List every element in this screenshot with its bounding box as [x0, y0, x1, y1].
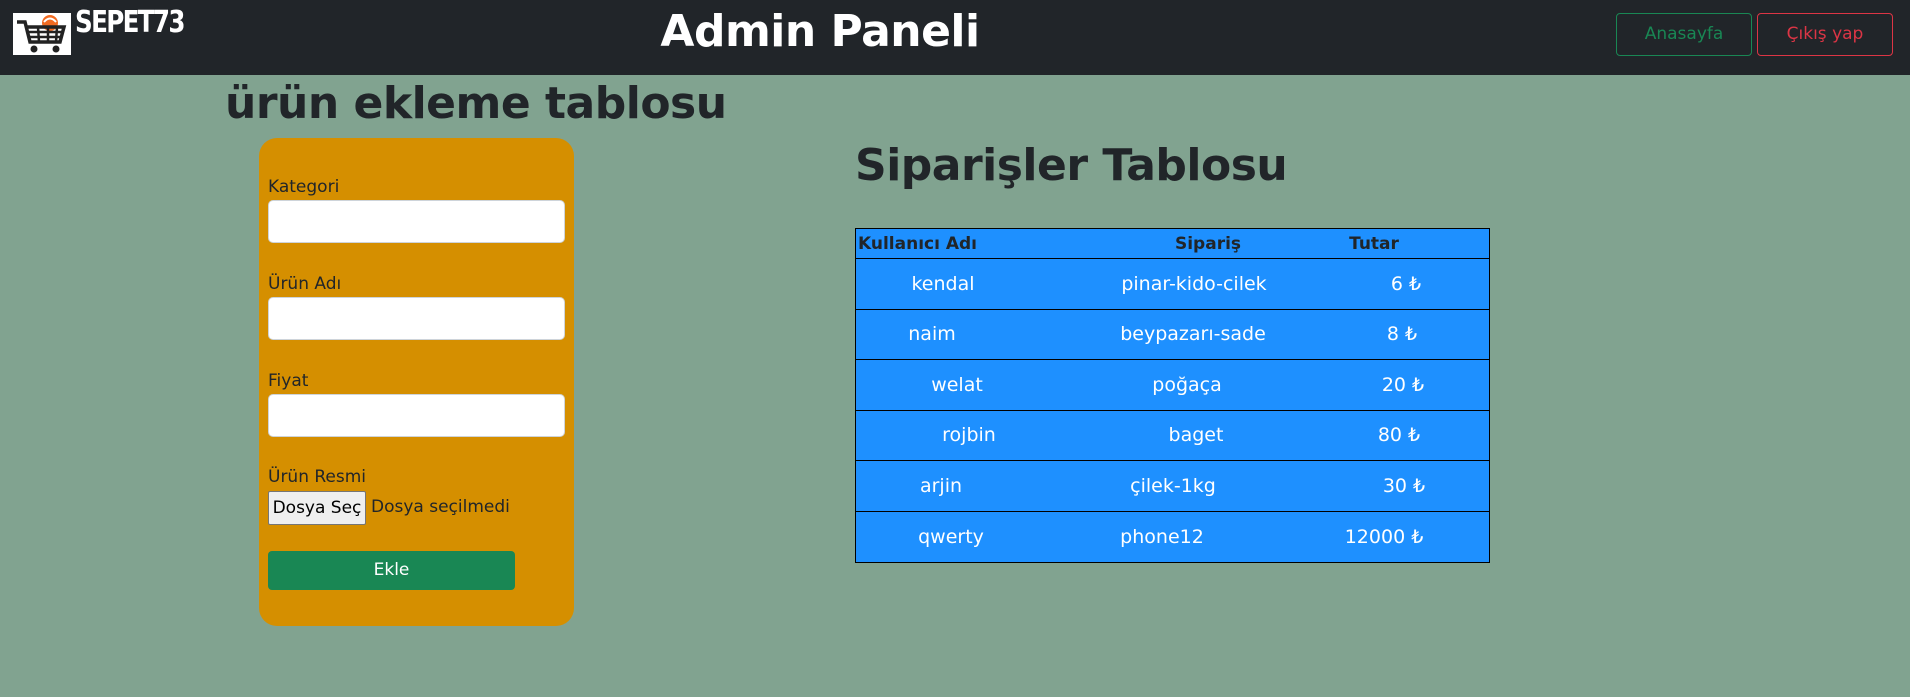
brand-name[interactable]: SEPET73 [75, 5, 186, 40]
row-order: pinar-kido-cilek [1121, 272, 1267, 295]
table-row: arjin çilek-1kg 30 ₺ [856, 461, 1489, 512]
file-status-text: Dosya seçilmedi [371, 497, 510, 517]
category-input[interactable] [268, 200, 565, 243]
row-user: rojbin [942, 424, 996, 447]
form-title: ürün ekleme tablosu [225, 78, 727, 129]
column-header-amount: Tutar [1349, 234, 1399, 255]
row-user: naim [908, 323, 956, 346]
row-order: phone12 [1120, 525, 1204, 548]
page-title: Admin Paneli [660, 6, 980, 57]
table-row: qwerty phone12 12000 ₺ [856, 512, 1489, 563]
home-button[interactable]: Anasayfa [1616, 13, 1752, 56]
product-name-input[interactable] [268, 297, 565, 340]
column-header-user: Kullanıcı Adı [858, 234, 978, 255]
table-row: naim beypazarı-sade 8 ₺ [856, 310, 1489, 360]
product-image-label: Ürün Resmi [268, 467, 367, 487]
row-amount: 80 ₺ [1377, 424, 1421, 447]
column-header-order: Sipariş [1174, 234, 1242, 255]
row-user: qwerty [918, 525, 984, 548]
table-header-row: Kullanıcı Adı Sipariş Tutar [856, 229, 1489, 259]
orders-title: Siparişler Tablosu [855, 140, 1288, 191]
price-label: Fiyat [268, 371, 309, 391]
table-row: kendal pinar-kido-cilek 6 ₺ [856, 259, 1489, 310]
row-order: poğaça [1152, 373, 1222, 396]
orders-table: Kullanıcı Adı Sipariş Tutar kendal pinar… [855, 228, 1490, 563]
product-name-label: Ürün Adı [268, 274, 342, 294]
row-amount: 6 ₺ [1390, 272, 1422, 295]
row-user: welat [931, 373, 983, 396]
row-order: baget [1168, 424, 1224, 447]
logout-button[interactable]: Çıkış yap [1757, 13, 1893, 56]
row-order: beypazarı-sade [1120, 323, 1266, 346]
product-form: Kategori Ürün Adı Fiyat Ürün Resmi Dosya… [259, 138, 574, 626]
row-amount: 12000 ₺ [1344, 525, 1424, 548]
choose-file-button[interactable]: Dosya Seç [268, 491, 366, 525]
row-amount: 20 ₺ [1381, 373, 1425, 396]
price-input[interactable] [268, 394, 565, 437]
category-label: Kategori [268, 177, 340, 197]
add-product-button[interactable]: Ekle [268, 551, 515, 590]
navbar: SEPET73 Admin Paneli Anasayfa Çıkış yap [0, 0, 1910, 75]
row-amount: 30 ₺ [1382, 474, 1426, 497]
table-row: welat poğaça 20 ₺ [856, 360, 1489, 411]
shopping-cart-icon[interactable] [13, 13, 71, 55]
row-order: çilek-1kg [1130, 474, 1216, 497]
row-user: arjin [919, 474, 963, 497]
row-amount: 8 ₺ [1386, 323, 1418, 346]
table-row: rojbin baget 80 ₺ [856, 411, 1489, 461]
row-user: kendal [911, 272, 975, 295]
